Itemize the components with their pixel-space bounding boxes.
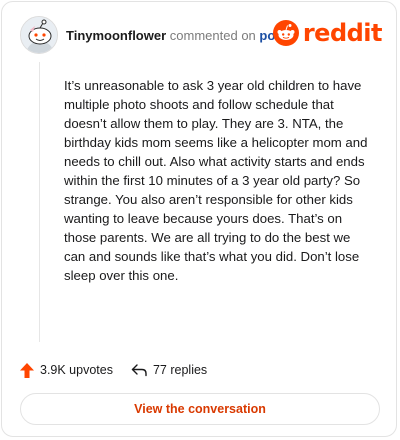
comment-meta: Tinymoonflower commented on post xyxy=(66,28,287,43)
upvote-button[interactable]: 3.9K upvotes xyxy=(20,362,113,378)
thread-line xyxy=(39,62,40,342)
comment-actions: 3.9K upvotes 77 replies xyxy=(20,360,207,380)
replies-count: 77 replies xyxy=(152,363,208,377)
snoo-avatar-icon xyxy=(21,17,57,53)
avatar[interactable] xyxy=(20,16,58,54)
view-conversation-button[interactable]: View the conversation xyxy=(20,393,380,425)
comment-card: Tinymoonflower commented on post reddit … xyxy=(1,1,397,437)
comment-header: Tinymoonflower commented on post reddit xyxy=(20,16,383,56)
comment-body: It’s unreasonable to ask 3 year old chil… xyxy=(64,78,368,283)
reddit-logo-icon xyxy=(272,20,299,46)
reddit-brand[interactable]: reddit xyxy=(272,18,383,48)
reddit-wordmark: reddit xyxy=(302,19,383,47)
upvote-count: 3.9K upvotes xyxy=(40,363,113,377)
username[interactable]: Tinymoonflower xyxy=(66,28,166,43)
upvote-arrow-icon xyxy=(20,362,34,378)
reply-arrow-icon xyxy=(131,364,147,377)
replies-button[interactable]: 77 replies xyxy=(131,363,207,377)
commented-on-text: commented on xyxy=(169,28,256,43)
